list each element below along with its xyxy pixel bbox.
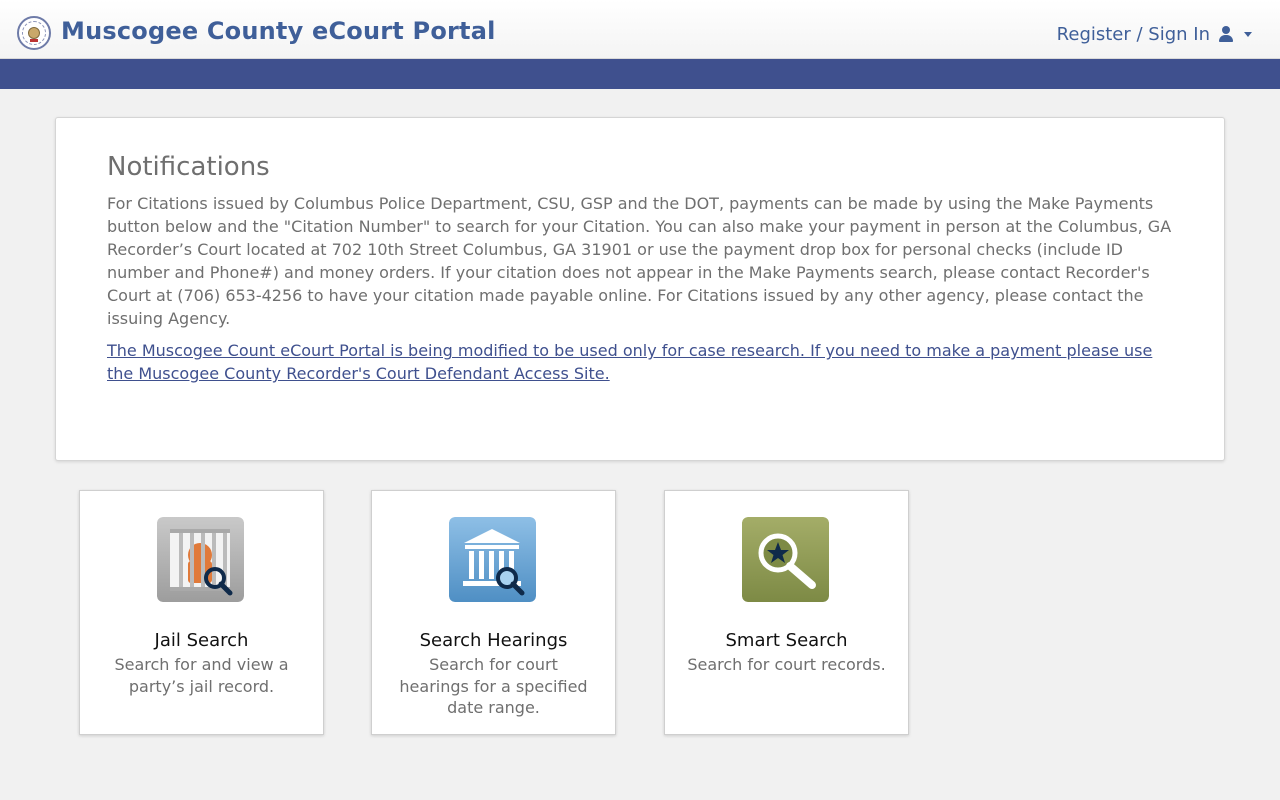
- search-hearings-tile[interactable]: Search Hearings Search for court hearing…: [371, 490, 616, 735]
- tile-title: Jail Search: [154, 630, 249, 651]
- top-header: Muscogee County eCourt Portal Register /…: [0, 0, 1280, 59]
- notifications-body: For Citations issued by Columbus Police …: [107, 194, 1172, 328]
- tile-description: Search for court hearings for a specifie…: [399, 655, 588, 717]
- county-seal-logo[interactable]: [17, 16, 51, 50]
- site-title[interactable]: Muscogee County eCourt Portal: [61, 17, 496, 45]
- jail-search-icon: [157, 517, 244, 602]
- tile-description: Search for and view a party’s jail recor…: [114, 655, 289, 696]
- navigation-bar: [0, 59, 1280, 89]
- signin-label: Register / Sign In: [1056, 23, 1210, 45]
- smart-search-icon: [742, 517, 829, 602]
- user-icon: [1218, 26, 1234, 42]
- notifications-heading: Notifications: [107, 152, 270, 182]
- smart-search-tile[interactable]: Smart Search Search for court records.: [664, 490, 909, 735]
- notifications-panel: Notifications For Citations issued by Co…: [55, 117, 1225, 461]
- tile-description: Search for court records.: [687, 655, 886, 674]
- tile-title: Search Hearings: [419, 630, 568, 651]
- courthouse-search-icon: [449, 517, 536, 602]
- register-signin-menu[interactable]: Register / Sign In: [1057, 22, 1252, 46]
- caret-down-icon: [1244, 31, 1252, 37]
- tile-title: Smart Search: [725, 630, 848, 651]
- jail-search-tile[interactable]: Jail Search Search for and view a party’…: [79, 490, 324, 735]
- defendant-access-link[interactable]: The Muscogee Count eCourt Portal is bein…: [107, 340, 1174, 386]
